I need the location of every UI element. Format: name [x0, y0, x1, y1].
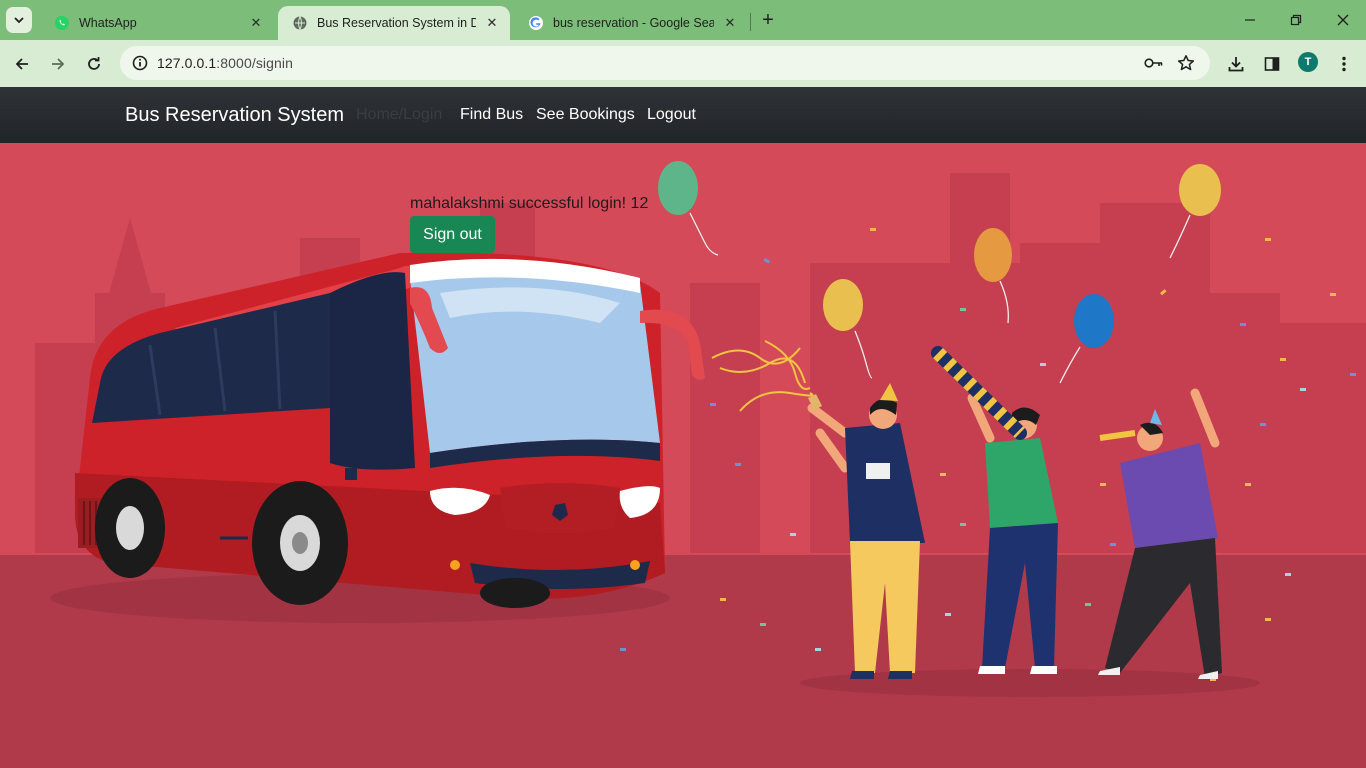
- tab-search-button[interactable]: [6, 7, 32, 33]
- tab-title: Bus Reservation System in Djan: [317, 16, 476, 30]
- google-icon: [529, 16, 543, 30]
- whatsapp-icon: [55, 16, 69, 30]
- site-info-button[interactable]: [128, 51, 152, 75]
- nav-link-logout[interactable]: Logout: [647, 106, 696, 124]
- forward-button[interactable]: [45, 51, 71, 77]
- restore-button[interactable]: [1284, 8, 1308, 32]
- minimize-button[interactable]: [1238, 8, 1262, 32]
- login-success-message: mahalakshmi successful login! 12: [410, 195, 649, 212]
- globe-icon: [293, 16, 307, 30]
- close-tab-icon[interactable]: ✕: [722, 15, 738, 31]
- close-icon: [1337, 14, 1349, 26]
- tab-bus-reservation[interactable]: Bus Reservation System in Djan ✕: [278, 6, 510, 40]
- url-host: 127.0.0.1: [157, 55, 217, 71]
- site-navbar: Bus Reservation System Home/Login Find B…: [0, 87, 1366, 143]
- browser-toolbar: 127.0.0.1:8000/signin: [0, 40, 1366, 87]
- tab-separator: [750, 13, 751, 31]
- browser-tab-strip: WhatsApp ✕ Bus Reservation System in Dja…: [0, 0, 1366, 40]
- nav-link-home-login[interactable]: Home/Login: [356, 106, 442, 124]
- download-icon: [1228, 57, 1244, 72]
- minimize-icon: [1245, 19, 1255, 21]
- bus-graphic: [75, 252, 705, 608]
- password-key-button[interactable]: [1144, 53, 1164, 73]
- side-panel-icon: [1264, 57, 1280, 71]
- restore-icon: [1290, 14, 1302, 26]
- navbar-brand[interactable]: Bus Reservation System: [125, 104, 344, 127]
- info-icon: [132, 55, 148, 71]
- star-icon: [1177, 55, 1195, 71]
- arrow-left-icon: [15, 58, 28, 70]
- key-icon: [1144, 58, 1163, 68]
- close-window-button[interactable]: [1331, 8, 1355, 32]
- reload-icon: [88, 57, 100, 70]
- arrow-right-icon: [52, 58, 65, 70]
- celebration-illustration: [0, 143, 1366, 768]
- nav-link-find-bus[interactable]: Find Bus: [460, 106, 523, 124]
- hero-banner: [0, 143, 1366, 768]
- reload-button[interactable]: [81, 51, 107, 77]
- kebab-menu-icon: [1342, 56, 1346, 72]
- chevron-down-icon: [14, 17, 24, 24]
- back-button[interactable]: [9, 51, 35, 77]
- tab-whatsapp[interactable]: WhatsApp ✕: [40, 6, 274, 40]
- new-tab-button[interactable]: +: [758, 9, 778, 31]
- sign-out-button[interactable]: Sign out: [410, 216, 495, 253]
- url-path: :8000/signin: [216, 55, 293, 71]
- profile-avatar[interactable]: T: [1298, 52, 1318, 72]
- tab-title: WhatsApp: [79, 16, 137, 30]
- nav-link-see-bookings[interactable]: See Bookings: [536, 106, 635, 124]
- browser-menu-button[interactable]: [1331, 51, 1357, 77]
- tab-google-search[interactable]: bus reservation - Google Searc ✕: [514, 6, 748, 40]
- close-tab-icon[interactable]: ✕: [484, 15, 500, 31]
- tab-title: bus reservation - Google Searc: [553, 16, 714, 30]
- address-bar[interactable]: 127.0.0.1:8000/signin: [120, 46, 1210, 80]
- url-text[interactable]: 127.0.0.1:8000/signin: [157, 55, 293, 71]
- side-panel-button[interactable]: [1259, 51, 1285, 77]
- close-tab-icon[interactable]: ✕: [248, 15, 264, 31]
- downloads-button[interactable]: [1223, 51, 1249, 77]
- bookmark-button[interactable]: [1176, 53, 1196, 73]
